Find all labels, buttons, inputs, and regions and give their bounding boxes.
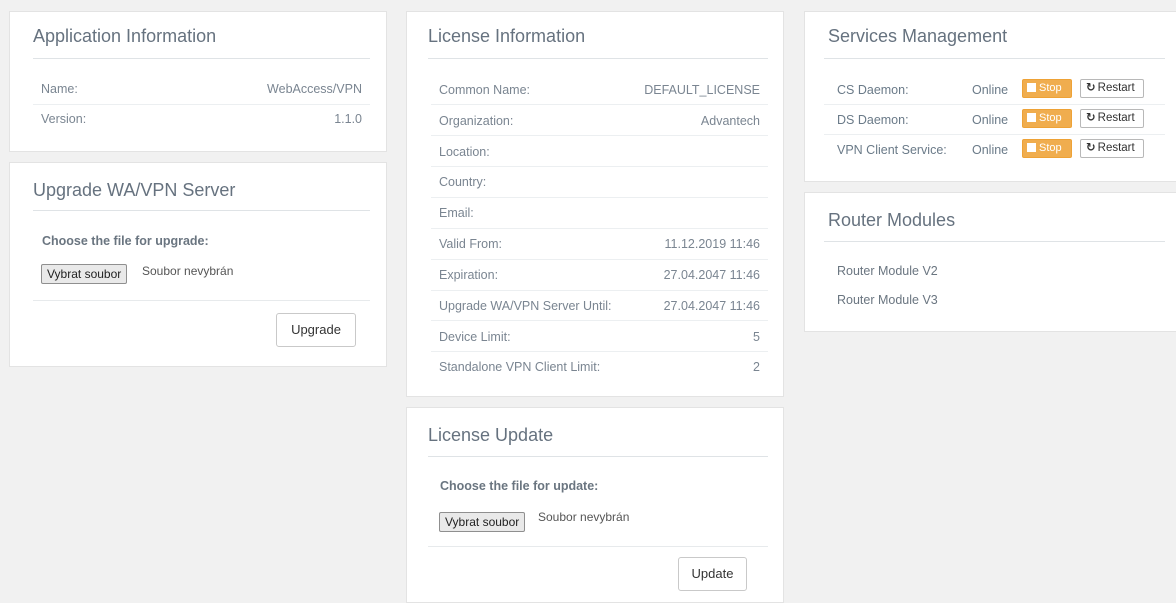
upgrade-button[interactable]: Upgrade xyxy=(276,313,356,347)
license-value: 11.12.2019 11:46 xyxy=(664,237,760,251)
choose-file-button[interactable]: Vybrat soubor xyxy=(41,264,128,284)
row-divider xyxy=(824,134,1165,135)
stop-icon xyxy=(1027,83,1036,92)
divider xyxy=(33,300,370,301)
restart-button[interactable]: ↻ Restart xyxy=(1080,139,1144,158)
license-row: Country: xyxy=(431,175,768,195)
license-information-panel: License Information Common Name: DEFAULT… xyxy=(406,11,784,397)
divider xyxy=(824,241,1165,242)
row-divider xyxy=(431,104,768,105)
license-row: Email: xyxy=(431,206,768,226)
refresh-icon: ↻ xyxy=(1086,142,1096,154)
router-module-item: Router Module V2 xyxy=(837,264,938,278)
stop-button[interactable]: Stop xyxy=(1022,139,1072,158)
row-divider xyxy=(824,104,1165,105)
row-divider xyxy=(431,166,768,167)
info-label: Version: xyxy=(41,112,87,126)
license-label: Country: xyxy=(439,175,487,189)
file-status-text: Soubor nevybrán xyxy=(538,510,630,524)
license-label: Expiration: xyxy=(439,268,499,282)
service-status: Online xyxy=(972,113,1009,127)
refresh-icon: ↻ xyxy=(1086,82,1096,94)
license-row: Standalone VPN Client Limit: 2 xyxy=(431,360,768,380)
router-modules-title: Router Modules xyxy=(828,210,956,230)
info-row-version: Version: 1.1.0 xyxy=(33,112,370,132)
license-value: Advantech xyxy=(700,114,760,128)
divider xyxy=(428,58,768,59)
row-divider xyxy=(33,104,370,105)
license-row: Expiration: 27.04.2047 11:46 xyxy=(431,268,768,288)
choose-file-label: Choose the file for upgrade: xyxy=(42,234,209,248)
service-status: Online xyxy=(972,143,1009,157)
service-name: CS Daemon: xyxy=(837,83,909,97)
license-value: 2 xyxy=(753,360,760,374)
row-divider xyxy=(431,290,768,291)
license-row: Valid From: 11.12.2019 11:46 xyxy=(431,237,768,257)
license-row: Upgrade WA/VPN Server Until: 27.04.2047 … xyxy=(431,299,768,319)
application-information-title: Application Information xyxy=(33,26,217,46)
license-value: 27.04.2047 11:46 xyxy=(663,268,760,282)
row-divider xyxy=(431,320,768,321)
license-label: Email: xyxy=(439,206,474,220)
service-name: VPN Client Service: xyxy=(837,143,947,157)
row-divider xyxy=(431,197,768,198)
info-value: 1.1.0 xyxy=(334,112,362,126)
restart-button[interactable]: ↻ Restart xyxy=(1080,109,1144,128)
file-status-text: Soubor nevybrán xyxy=(142,264,234,278)
license-update-title: License Update xyxy=(428,425,554,445)
row-divider xyxy=(431,228,768,229)
divider xyxy=(428,456,768,457)
router-module-item: Router Module V3 xyxy=(837,293,938,307)
choose-file-button[interactable]: Vybrat soubor xyxy=(439,512,526,532)
update-button[interactable]: Update xyxy=(678,557,747,591)
license-value: DEFAULT_LICENSE xyxy=(644,83,760,97)
info-value: WebAccess/VPN xyxy=(267,82,362,96)
license-label: Upgrade WA/VPN Server Until: xyxy=(439,299,612,313)
services-management-title: Services Management xyxy=(828,26,1008,46)
license-value: 5 xyxy=(753,330,760,344)
stop-button[interactable]: Stop xyxy=(1022,109,1072,128)
stop-label: Stop xyxy=(1039,112,1062,124)
service-status: Online xyxy=(972,83,1009,97)
divider xyxy=(33,210,370,211)
divider xyxy=(824,58,1165,59)
restart-button[interactable]: ↻ Restart xyxy=(1080,79,1144,98)
license-label: Location: xyxy=(439,145,490,159)
row-divider xyxy=(431,135,768,136)
license-label: Standalone VPN Client Limit: xyxy=(439,360,601,374)
divider xyxy=(428,546,768,547)
license-label: Organization: xyxy=(439,114,514,128)
license-label: Common Name: xyxy=(439,83,530,97)
license-row: Common Name: DEFAULT_LICENSE xyxy=(431,83,768,103)
upgrade-server-panel: Upgrade WA/VPN Server Choose the file fo… xyxy=(9,162,387,367)
license-information-title: License Information xyxy=(428,26,586,46)
refresh-icon: ↻ xyxy=(1086,112,1096,124)
stop-icon xyxy=(1027,113,1036,122)
info-label: Name: xyxy=(41,82,78,96)
row-divider xyxy=(431,259,768,260)
stop-button[interactable]: Stop xyxy=(1022,79,1072,98)
license-update-panel: License Update Choose the file for updat… xyxy=(406,407,784,603)
row-divider xyxy=(431,351,768,352)
license-row: Device Limit: 5 xyxy=(431,330,768,350)
services-management-panel: Services Management CS Daemon: Online St… xyxy=(804,11,1176,182)
upgrade-server-title: Upgrade WA/VPN Server xyxy=(33,180,236,200)
stop-label: Stop xyxy=(1039,142,1062,154)
application-information-panel: Application Information Name: WebAccess/… xyxy=(9,11,387,152)
router-modules-panel: Router Modules Router Module V2 Router M… xyxy=(804,192,1176,332)
restart-label: Restart xyxy=(1097,112,1135,124)
license-label: Valid From: xyxy=(439,237,502,251)
service-name: DS Daemon: xyxy=(837,113,909,127)
license-value: 27.04.2047 11:46 xyxy=(663,299,760,313)
stop-icon xyxy=(1027,143,1036,152)
license-row: Organization: Advantech xyxy=(431,114,768,134)
info-row-name: Name: WebAccess/VPN xyxy=(33,82,370,102)
stop-label: Stop xyxy=(1039,82,1062,94)
choose-file-label: Choose the file for update: xyxy=(440,479,599,493)
divider xyxy=(33,58,370,59)
restart-label: Restart xyxy=(1097,82,1135,94)
license-label: Device Limit: xyxy=(439,330,511,344)
license-row: Location: xyxy=(431,145,768,165)
restart-label: Restart xyxy=(1097,142,1135,154)
